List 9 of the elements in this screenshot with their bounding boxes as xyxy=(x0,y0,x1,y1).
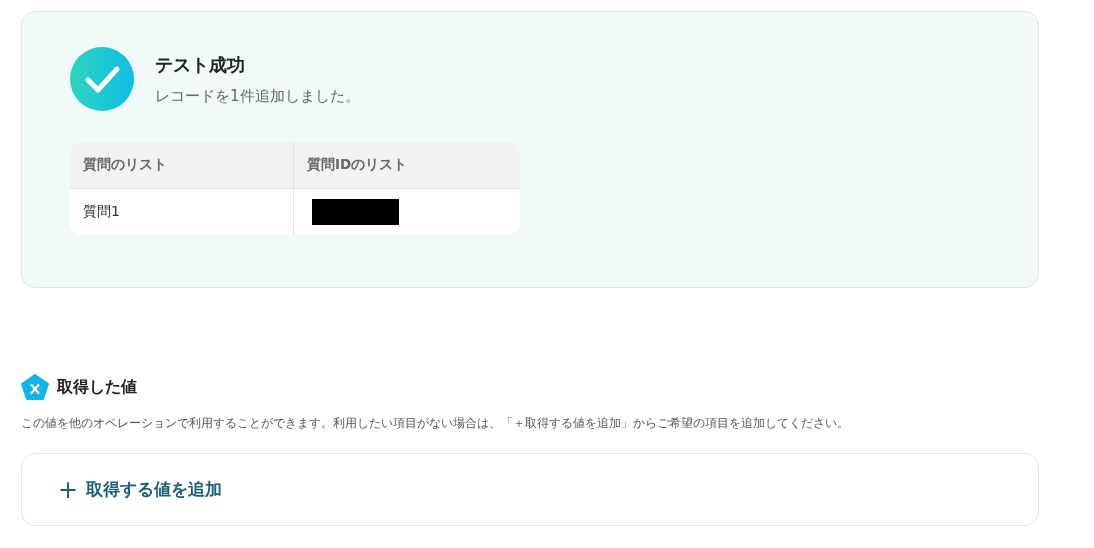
result-title: テスト成功 xyxy=(155,52,246,77)
result-message: レコードを1件追加しました。 xyxy=(155,86,360,106)
section-title: 取得した値 xyxy=(57,376,137,398)
column-header: 質問IDのリスト xyxy=(306,155,409,174)
column-header: 質問のリスト xyxy=(70,142,294,188)
variable-icon xyxy=(21,374,49,400)
section-description: この値を他のオペレーションで利用することができます。利用したい項目がない場合は、「＋取得する値を追加」からご希望の項目を追加してください。 xyxy=(21,415,850,432)
add-value-button[interactable]: + 取得する値を追加 xyxy=(21,453,1039,526)
table-cell: 質問1 xyxy=(70,189,294,235)
